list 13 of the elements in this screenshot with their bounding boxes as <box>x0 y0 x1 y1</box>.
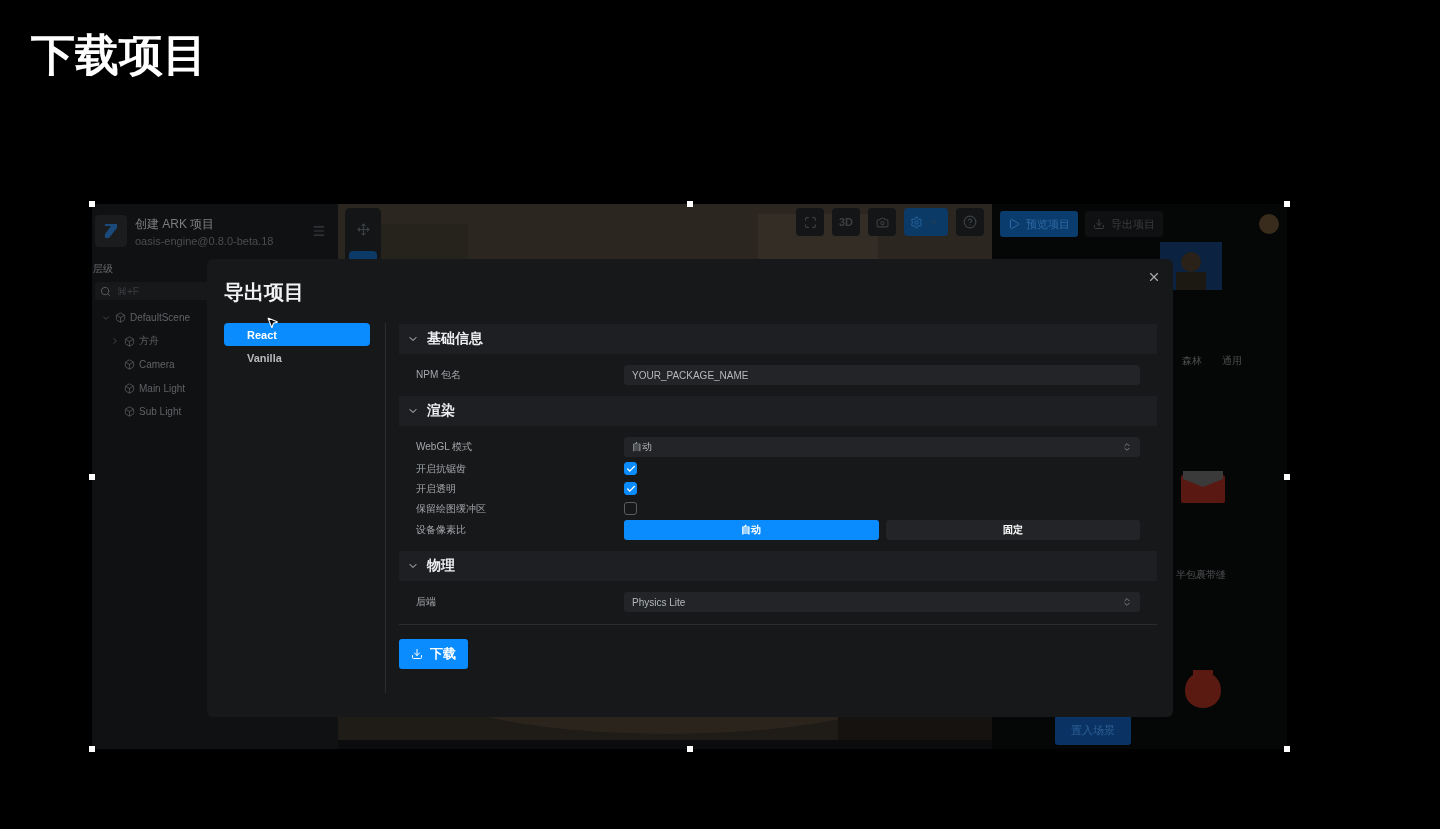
field-label: 设备像素比 <box>416 523 466 537</box>
field-label: NPM 包名 <box>416 368 461 382</box>
dialog-title: 导出项目 <box>224 280 304 305</box>
field-label: 开启透明 <box>416 481 456 496</box>
panel-title: 层级 <box>93 262 113 276</box>
field-label: 后端 <box>416 595 436 609</box>
field-label: 开启抗锯齿 <box>416 461 466 476</box>
field-label: WebGL 模式 <box>416 440 473 454</box>
field-label: 保留绘图缓冲区 <box>416 501 486 516</box>
engine-version: oasis-engine@0.8.0-beta.18 <box>135 234 274 247</box>
asset-label: 半包裹带缝 <box>1176 568 1226 582</box>
project-title: 创建 ARK 项目 <box>135 215 215 233</box>
slide-title: 下载项目 <box>31 29 207 81</box>
